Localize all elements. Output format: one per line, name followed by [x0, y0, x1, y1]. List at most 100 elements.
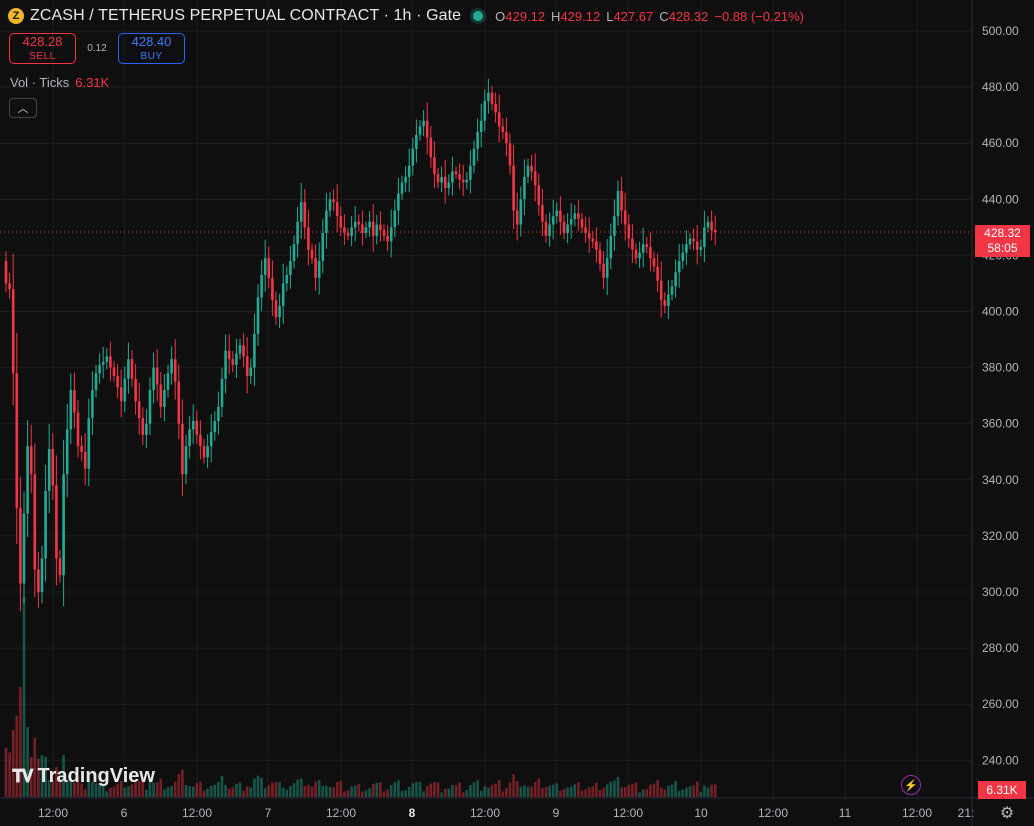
volume-bar [627, 785, 631, 797]
candle-body [710, 221, 713, 231]
sell-button[interactable]: 428.28 SELL [9, 33, 76, 64]
candle-body [407, 165, 411, 177]
candle-body [598, 249, 602, 264]
volume-bar [335, 782, 339, 797]
candle-body [296, 221, 299, 245]
volume-bar [508, 782, 512, 797]
candle-body [562, 221, 566, 233]
sell-price: 428.28 [22, 33, 63, 49]
candle-body [447, 182, 451, 189]
candle-body [166, 373, 170, 391]
candle-body [112, 367, 116, 377]
time-tick-label: 12:00 [613, 806, 643, 820]
volume-axis-label: 6.31K [978, 781, 1026, 799]
candle-body [91, 390, 94, 419]
volume-bar [699, 792, 703, 797]
candle-body [591, 238, 595, 242]
candle-body [685, 244, 688, 253]
symbol-title[interactable]: ZCASH / TETHERUS PERPETUAL CONTRACT · 1h… [30, 7, 461, 25]
candle-body [465, 179, 469, 183]
volume-bar [328, 786, 332, 797]
zcash-coin-icon: Z [8, 8, 24, 24]
volume-bar [83, 789, 87, 797]
current-price-value: 428.32 [984, 226, 1021, 240]
candle-body [328, 199, 332, 211]
ohlc-change-value: −0.88 (−0.21%) [714, 8, 804, 24]
volume-bar [634, 782, 638, 797]
volume-bar [483, 786, 487, 797]
candle-body [548, 224, 551, 236]
volume-bar [677, 790, 681, 797]
volume-bar [357, 784, 361, 797]
candle-body [577, 213, 580, 219]
time-tick-label: 12:00 [902, 806, 932, 820]
volume-bar [307, 784, 310, 797]
price-tick-label: 500.00 [982, 24, 1019, 38]
candle-body [677, 261, 681, 273]
volume-bar [569, 786, 573, 797]
candle-body [659, 280, 663, 301]
tradingview-logo[interactable]: 𝐓𝐕 TradingView [12, 765, 155, 788]
market-status-icon[interactable] [473, 11, 484, 21]
candle-body [256, 297, 260, 334]
candle-body [670, 286, 674, 295]
candle-body [497, 112, 501, 127]
volume-bar [631, 783, 634, 797]
candle-body [94, 373, 98, 391]
candle-body [368, 221, 371, 228]
candle-body [652, 258, 656, 267]
volume-bar [443, 788, 447, 797]
volume-bar [404, 790, 407, 797]
buy-button[interactable]: 428.40 BUY [118, 33, 185, 64]
volume-bar [202, 790, 206, 797]
volume-bar [461, 792, 465, 797]
volume-bar [609, 781, 613, 797]
volume-bar [652, 783, 656, 797]
tradingview-logo-icon: 𝐓𝐕 [12, 766, 33, 786]
candle-body [199, 434, 202, 447]
volume-bar [184, 785, 188, 797]
volume-bar [641, 789, 645, 797]
lightning-icon[interactable]: ⚡ [901, 775, 921, 795]
candle-body [289, 261, 292, 276]
volume-bar [555, 783, 559, 797]
price-chart[interactable]: 500.00480.00460.00440.00420.00400.00380.… [0, 0, 1034, 826]
volume-bar [278, 781, 281, 797]
volume-bar [638, 792, 641, 797]
volume-bar [382, 791, 386, 797]
candle-body [627, 224, 631, 239]
time-tick-label: 7 [265, 806, 272, 820]
volume-bar [598, 790, 602, 797]
candle-body [501, 126, 505, 132]
candle-body [433, 157, 436, 175]
volume-bar [199, 781, 202, 797]
candle-body [83, 451, 87, 469]
candle-body [389, 227, 393, 242]
candle-body [346, 232, 350, 236]
volume-bar [472, 782, 476, 797]
candle-body [15, 373, 19, 508]
volume-bar [706, 787, 710, 797]
volume-bar [242, 790, 245, 797]
volume-bar [580, 790, 584, 797]
candle-body [361, 224, 364, 233]
candle-body [551, 216, 555, 225]
volume-bar [433, 782, 436, 797]
candle-body [152, 367, 155, 391]
volume-bar [325, 785, 328, 797]
candle-body [692, 238, 695, 242]
candle-body [8, 283, 11, 290]
candle-body [119, 387, 123, 402]
candle-body [37, 569, 40, 592]
candles [4, 78, 717, 612]
candle-body [155, 367, 159, 385]
volume-legend[interactable]: Vol · Ticks 6.31K [10, 75, 109, 90]
candle-body [490, 92, 494, 104]
volume-bar [371, 784, 375, 797]
candle-body [386, 235, 389, 242]
settings-gear-icon[interactable]: ⚙ [997, 803, 1017, 823]
collapse-legend-button[interactable]: ︿ [9, 98, 37, 118]
volume-bar [695, 781, 699, 797]
candle-body [137, 401, 141, 419]
candle-body [681, 252, 685, 262]
